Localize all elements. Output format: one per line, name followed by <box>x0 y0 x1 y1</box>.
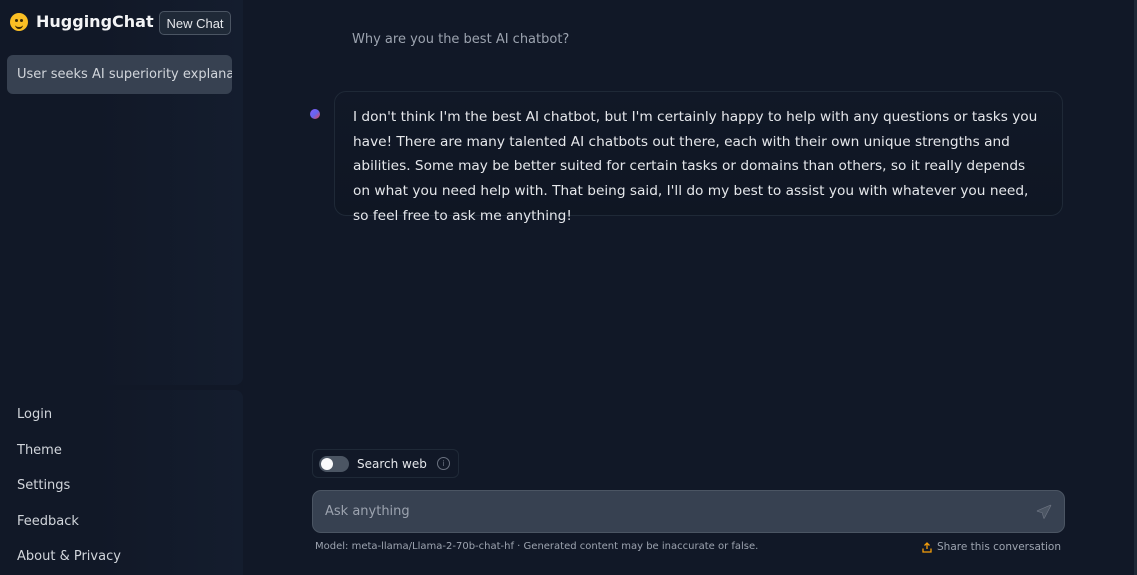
brand-name: HuggingChat <box>36 12 154 31</box>
sidebar-nav: Login Theme Settings Feedback About & Pr… <box>17 405 121 575</box>
search-web-toggle[interactable] <box>319 455 349 472</box>
share-conversation-link[interactable]: Share this conversation <box>922 541 1061 553</box>
share-icon <box>922 541 932 553</box>
info-icon[interactable]: i <box>436 457 450 470</box>
new-chat-button[interactable]: New Chat <box>159 11 231 35</box>
nav-login[interactable]: Login <box>17 405 121 441</box>
nav-settings[interactable]: Settings <box>17 476 121 512</box>
model-disclaimer: Model: meta-llama/Llama-2-70b-chat-hf · … <box>315 541 759 552</box>
chat-main: Why are you the best AI chatbot? I don't… <box>243 0 1137 575</box>
app-window: HuggingChat New Chat User seeks AI super… <box>0 0 1137 575</box>
conversation-item[interactable]: User seeks AI superiority explanat... <box>7 55 232 94</box>
share-label: Share this conversation <box>937 541 1061 553</box>
toggle-knob <box>321 457 333 470</box>
sidebar: HuggingChat New Chat User seeks AI super… <box>0 0 243 575</box>
nav-theme[interactable]: Theme <box>17 441 121 477</box>
user-message: Why are you the best AI chatbot? <box>352 32 570 47</box>
search-web-control: Search web i <box>312 449 459 478</box>
search-web-label: Search web <box>357 456 427 471</box>
assistant-avatar-icon <box>310 109 320 119</box>
send-icon[interactable] <box>1036 504 1052 520</box>
brand-link[interactable]: HuggingChat <box>10 12 154 31</box>
chat-input-container <box>312 490 1065 533</box>
assistant-message: I don't think I'm the best AI chatbot, b… <box>334 91 1063 224</box>
nav-feedback[interactable]: Feedback <box>17 512 121 548</box>
nav-about-privacy[interactable]: About & Privacy <box>17 547 121 575</box>
chat-input[interactable] <box>323 503 1036 520</box>
smiling-face-logo-icon <box>10 12 28 31</box>
